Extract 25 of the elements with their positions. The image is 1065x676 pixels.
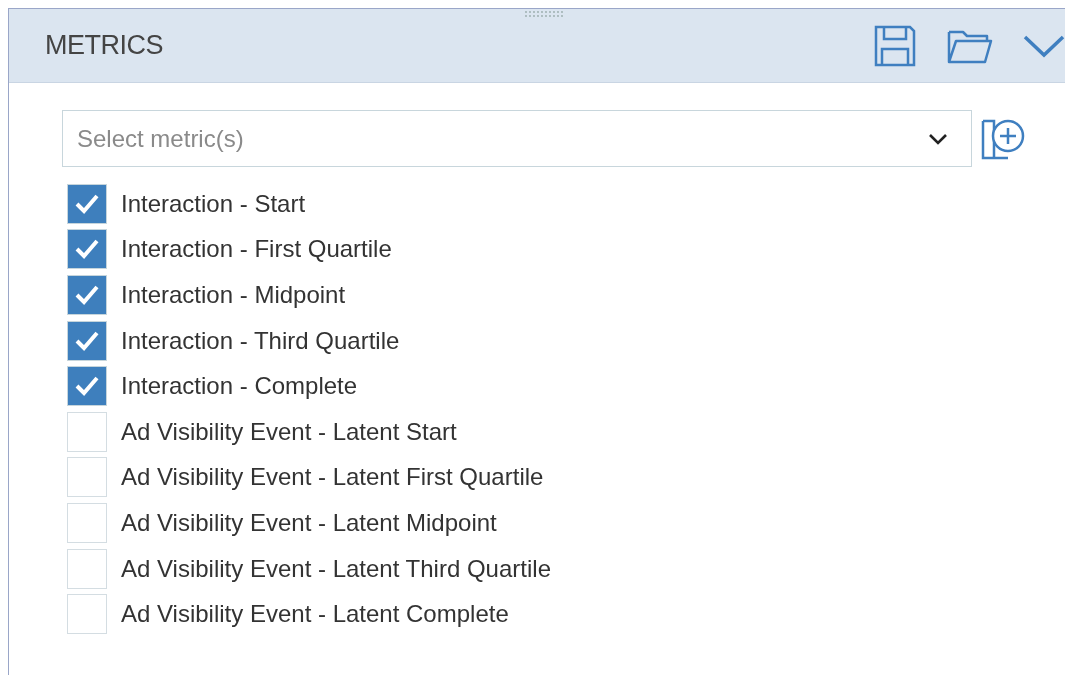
checkbox[interactable] [67, 320, 107, 361]
checkbox[interactable] [67, 229, 107, 270]
checkbox[interactable] [67, 502, 107, 543]
checkbox[interactable] [67, 366, 107, 407]
checkbox[interactable] [67, 183, 107, 224]
drag-handle-icon[interactable] [524, 10, 564, 18]
metric-label: Interaction - Midpoint [121, 281, 346, 309]
checkbox[interactable] [67, 594, 107, 635]
metric-label: Interaction - Third Quartile [121, 326, 400, 355]
save-icon[interactable] [873, 23, 917, 68]
checkbox[interactable] [67, 411, 107, 452]
metric-label: Ad Visibility Event - Latent Complete [121, 600, 509, 629]
metric-label: Ad Visibility Event - Latent Third Quartile [121, 554, 551, 583]
checkbox[interactable] [67, 275, 107, 315]
metric-label: Ad Visibility Event - Latent Start [121, 417, 457, 446]
metric-label: Interaction - Complete [121, 372, 358, 401]
metric-label: Interaction - Start [121, 189, 306, 218]
panel-title: METRICS [45, 30, 163, 61]
metric-label: Interaction - First Quartile [121, 235, 392, 264]
metric-label: Ad Visibility Event - Latent First Quartile [121, 463, 544, 492]
chevron-down-icon[interactable] [928, 133, 948, 145]
metric-select[interactable]: Select metric(s) [62, 110, 972, 167]
checkbox[interactable] [67, 548, 107, 589]
checkbox[interactable] [67, 457, 107, 498]
metric-label: Ad Visibility Event - Latent Midpoint [121, 508, 497, 537]
